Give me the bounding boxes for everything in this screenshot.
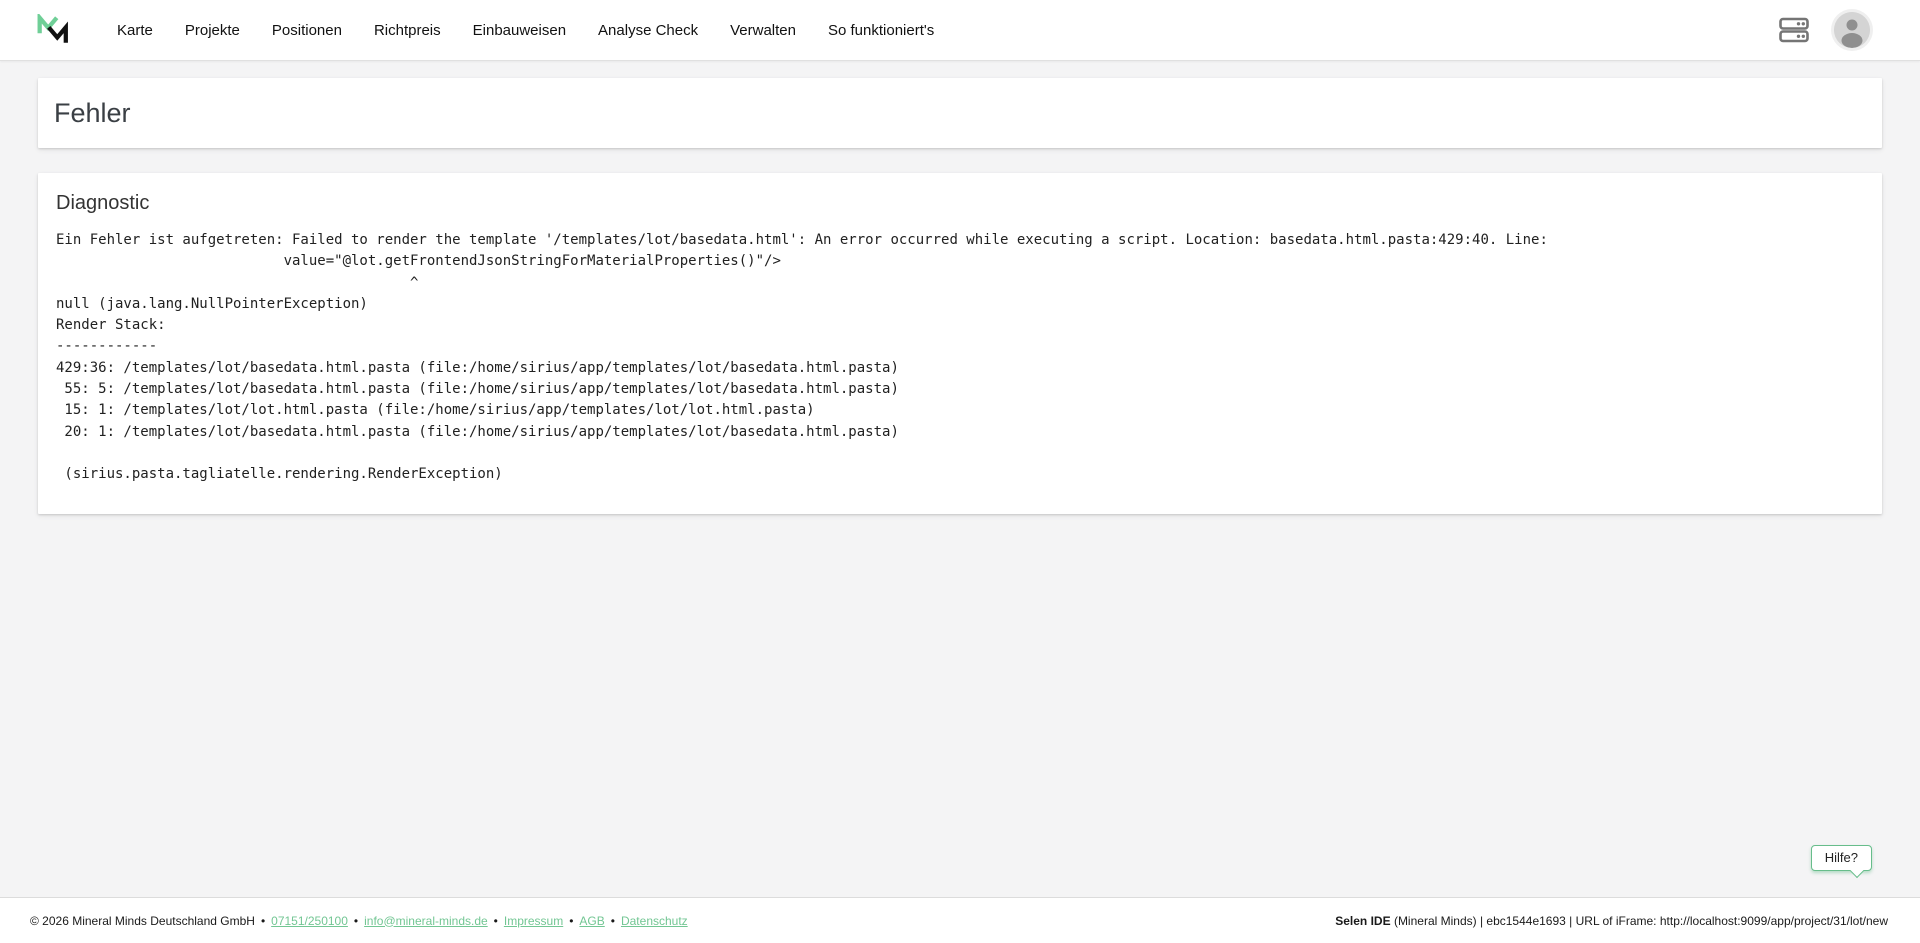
- footer-ide-name: Selen IDE: [1335, 914, 1390, 928]
- footer-ide-details: (Mineral Minds) | ebc1544e1693 | URL of …: [1391, 914, 1888, 928]
- footer-separator: •: [354, 914, 358, 928]
- diagnostic-stacktrace: Ein Fehler ist aufgetreten: Failed to re…: [56, 230, 1864, 486]
- footer-left: © 2026 Mineral Minds Deutschland GmbH • 07…: [30, 914, 688, 928]
- nav-item-positionen[interactable]: Positionen: [269, 16, 345, 45]
- nav-item-analyse-check[interactable]: Analyse Check: [595, 16, 701, 45]
- nav-right-icons: [1778, 12, 1870, 48]
- footer-separator: •: [494, 914, 498, 928]
- nav-item-richtpreis[interactable]: Richtpreis: [371, 16, 444, 45]
- error-title-card: Fehler: [38, 78, 1882, 148]
- nav-item-karte[interactable]: Karte: [114, 16, 156, 45]
- server-icon[interactable]: [1778, 16, 1810, 44]
- diagnostic-heading: Diagnostic: [56, 192, 1864, 215]
- nav-links: Karte Projekte Positionen Richtpreis Ein…: [114, 16, 937, 45]
- help-bubble-tail: [1850, 864, 1864, 878]
- top-navbar: Karte Projekte Positionen Richtpreis Ein…: [0, 0, 1920, 61]
- help-button[interactable]: Hilfe?: [1811, 845, 1872, 871]
- nav-item-einbauweisen[interactable]: Einbauweisen: [470, 16, 569, 45]
- diagnostic-card: Diagnostic Ein Fehler ist aufgetreten: F…: [38, 173, 1882, 514]
- user-avatar[interactable]: [1834, 12, 1870, 48]
- footer-separator: •: [569, 914, 573, 928]
- main-content: Fehler Diagnostic Ein Fehler ist aufgetr…: [0, 61, 1920, 897]
- mineral-minds-logo[interactable]: [36, 13, 70, 47]
- footer-link-phone[interactable]: 07151/250100: [271, 914, 348, 928]
- help-button-label: Hilfe?: [1825, 850, 1858, 865]
- nav-item-so-funktionierts[interactable]: So funktioniert's: [825, 16, 937, 45]
- footer-separator: •: [611, 914, 615, 928]
- footer: © 2026 Mineral Minds Deutschland GmbH • 07…: [0, 897, 1920, 943]
- footer-copyright: © 2026 Mineral Minds Deutschland GmbH: [30, 914, 255, 928]
- footer-system-info: Selen IDE (Mineral Minds) | ebc1544e1693…: [1335, 914, 1888, 928]
- footer-link-datenschutz[interactable]: Datenschutz: [621, 914, 688, 928]
- footer-separator: •: [261, 914, 265, 928]
- footer-link-agb[interactable]: AGB: [579, 914, 604, 928]
- footer-link-impressum[interactable]: Impressum: [504, 914, 563, 928]
- nav-item-verwalten[interactable]: Verwalten: [727, 16, 799, 45]
- page-title: Fehler: [54, 98, 131, 129]
- nav-item-projekte[interactable]: Projekte: [182, 16, 243, 45]
- logo-icon: [36, 14, 70, 46]
- footer-link-email[interactable]: info@mineral-minds.de: [364, 914, 488, 928]
